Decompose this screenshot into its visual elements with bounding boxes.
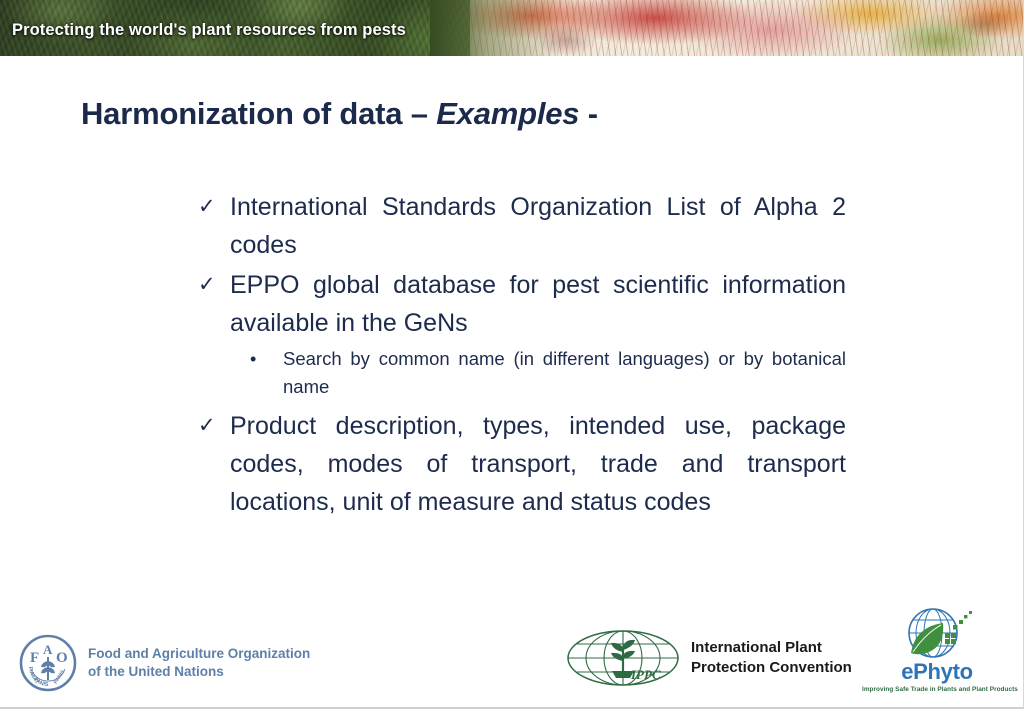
ephyto-wordmark: ePhyto	[862, 661, 1012, 683]
svg-text:F: F	[30, 650, 39, 666]
page-title-suffix: -	[579, 96, 598, 131]
bullet-item: ✓ EPPO global database for pest scientif…	[196, 266, 846, 342]
bullet-text: Product description, types, intended use…	[230, 412, 846, 516]
sub-bullet-item: • Search by common name (in different la…	[250, 345, 846, 401]
page-title: Harmonization of data – Examples -	[81, 96, 598, 132]
page-title-emphasis: Examples	[436, 96, 580, 131]
bullet-item: ✓ Product description, types, intended u…	[196, 407, 846, 521]
ippc-text-line1: International Plant	[691, 639, 822, 656]
svg-text:A: A	[43, 642, 53, 657]
banner-art-blend	[430, 0, 560, 56]
bullet-text: EPPO global database for pest scientific…	[230, 271, 846, 337]
fao-logo-text: Food and Agriculture Organization of the…	[88, 645, 310, 681]
ippc-text-line2: Protection Convention	[691, 659, 852, 676]
ippc-logo: IPPC International Plant Protection Conv…	[565, 627, 852, 689]
ippc-logo-text: International Plant Protection Conventio…	[691, 638, 852, 678]
ephyto-wordmark-prefix: e	[901, 659, 914, 684]
ephyto-logo: ePhyto Improving Safe Trade in Plants an…	[862, 605, 1018, 693]
ippc-acronym: IPPC	[630, 667, 661, 682]
fao-text-line1: Food and Agriculture Organization	[88, 646, 311, 661]
ephyto-emblem-icon	[908, 608, 972, 658]
fao-emblem-icon: F A O FIAT PANIS FIAT PANIS	[19, 634, 77, 692]
bullet-item: ✓ International Standards Organization L…	[196, 188, 846, 264]
dot-bullet-icon: •	[250, 349, 257, 369]
footer-logo-bar: F A O FIAT PANIS FIAT PANIS Food and Agr…	[0, 587, 1023, 707]
check-icon: ✓	[198, 195, 216, 218]
fao-logo: F A O FIAT PANIS FIAT PANIS Food and Agr…	[18, 633, 310, 693]
banner-tagline: Protecting the world's plant resources f…	[12, 21, 406, 39]
ippc-emblem-icon: IPPC	[567, 630, 679, 686]
bullet-list: ✓ International Standards Organization L…	[196, 188, 846, 523]
sub-bullet-text: Search by common name (in different lang…	[283, 348, 846, 397]
page-title-main: Harmonization of data –	[81, 96, 437, 131]
header-banner: Protecting the world's plant resources f…	[0, 0, 1023, 56]
presentation-slide: Protecting the world's plant resources f…	[0, 0, 1024, 709]
ephyto-wordmark-suffix: Phyto	[913, 659, 973, 684]
svg-text:O: O	[56, 650, 68, 666]
fao-text-line2: of the United Nations	[88, 664, 224, 679]
ephyto-leaf-icon	[911, 623, 944, 655]
ephyto-tagline: Improving Safe Trade in Plants and Plant…	[862, 686, 1018, 693]
check-icon: ✓	[198, 414, 216, 437]
bullet-text: International Standards Organization Lis…	[230, 193, 846, 259]
check-icon: ✓	[198, 273, 216, 296]
